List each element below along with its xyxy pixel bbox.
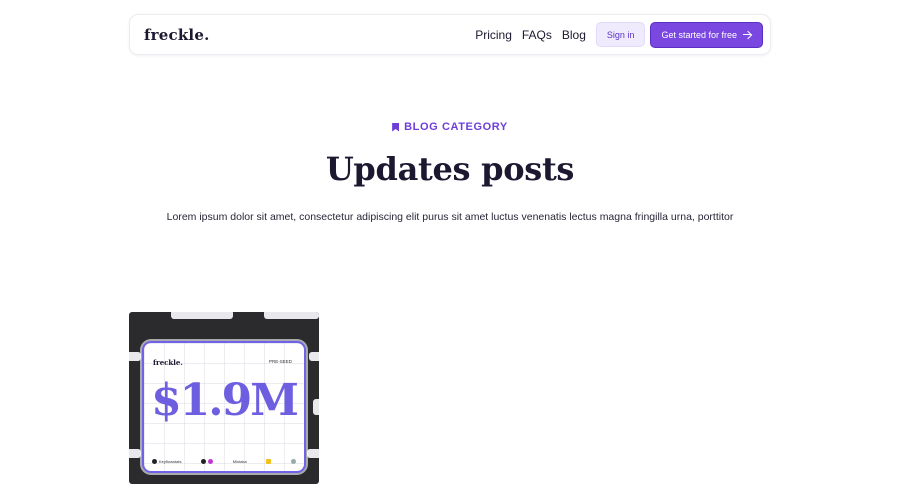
card-funding-amount: $1.9M (151, 375, 299, 426)
nav-link-faqs[interactable]: FAQs (522, 28, 552, 42)
card-preview-image: freckle. PRE-SEED $1.9M Keyflowstats Min… (142, 341, 306, 473)
partner-logo-mark (290, 459, 296, 464)
card-stage-badge: PRE-SEED (268, 359, 292, 364)
partner-logo (290, 459, 296, 464)
background-chip (129, 449, 141, 458)
category-text: BLOG CATEGORY (404, 121, 508, 133)
blog-post-card[interactable]: freckle. PRE-SEED $1.9M Keyflowstats Min… (129, 312, 319, 484)
sign-in-label: Sign in (606, 29, 635, 40)
page-subtitle: Lorem ipsum dolor sit amet, consectetur … (166, 211, 734, 223)
background-chip (313, 399, 319, 415)
top-navbar: freckle. Pricing FAQs Blog Sign in Get s… (129, 14, 771, 55)
get-started-button[interactable]: Get started for free (650, 21, 763, 48)
brand-logo[interactable]: freckle. (144, 26, 210, 44)
background-chip (171, 312, 233, 319)
background-chip (307, 449, 319, 458)
blog-category-label: BLOG CATEGORY (0, 121, 900, 133)
partner-logo (201, 459, 214, 464)
partner-logo-mark (152, 459, 157, 464)
background-chip (264, 312, 319, 319)
arrow-right-icon (743, 30, 752, 39)
partner-logo-mark (208, 459, 214, 464)
bookmark-icon (392, 122, 400, 132)
nav-links: Pricing FAQs Blog Sign in Get started fo… (475, 21, 763, 48)
partner-logo: Keyflowstats (152, 459, 181, 464)
page-title: Updates posts (325, 150, 575, 188)
partner-logo: Mintaka (233, 459, 247, 464)
nav-link-blog[interactable]: Blog (562, 28, 586, 42)
background-chip (129, 352, 141, 361)
partner-logo-mark (266, 459, 272, 464)
nav-link-pricing[interactable]: Pricing (475, 28, 512, 42)
sign-in-button[interactable]: Sign in (595, 22, 646, 47)
partner-logo-text: Keyflowstats (159, 459, 182, 464)
partner-logo (266, 459, 272, 464)
partner-logos-row: Keyflowstats Mintaka (152, 459, 296, 464)
partner-logo-mark (201, 459, 207, 464)
background-chip (309, 352, 319, 361)
card-brand-logo: freckle. (153, 358, 183, 367)
get-started-label: Get started for free (661, 29, 737, 40)
partner-logo-text: Mintaka (232, 459, 247, 464)
